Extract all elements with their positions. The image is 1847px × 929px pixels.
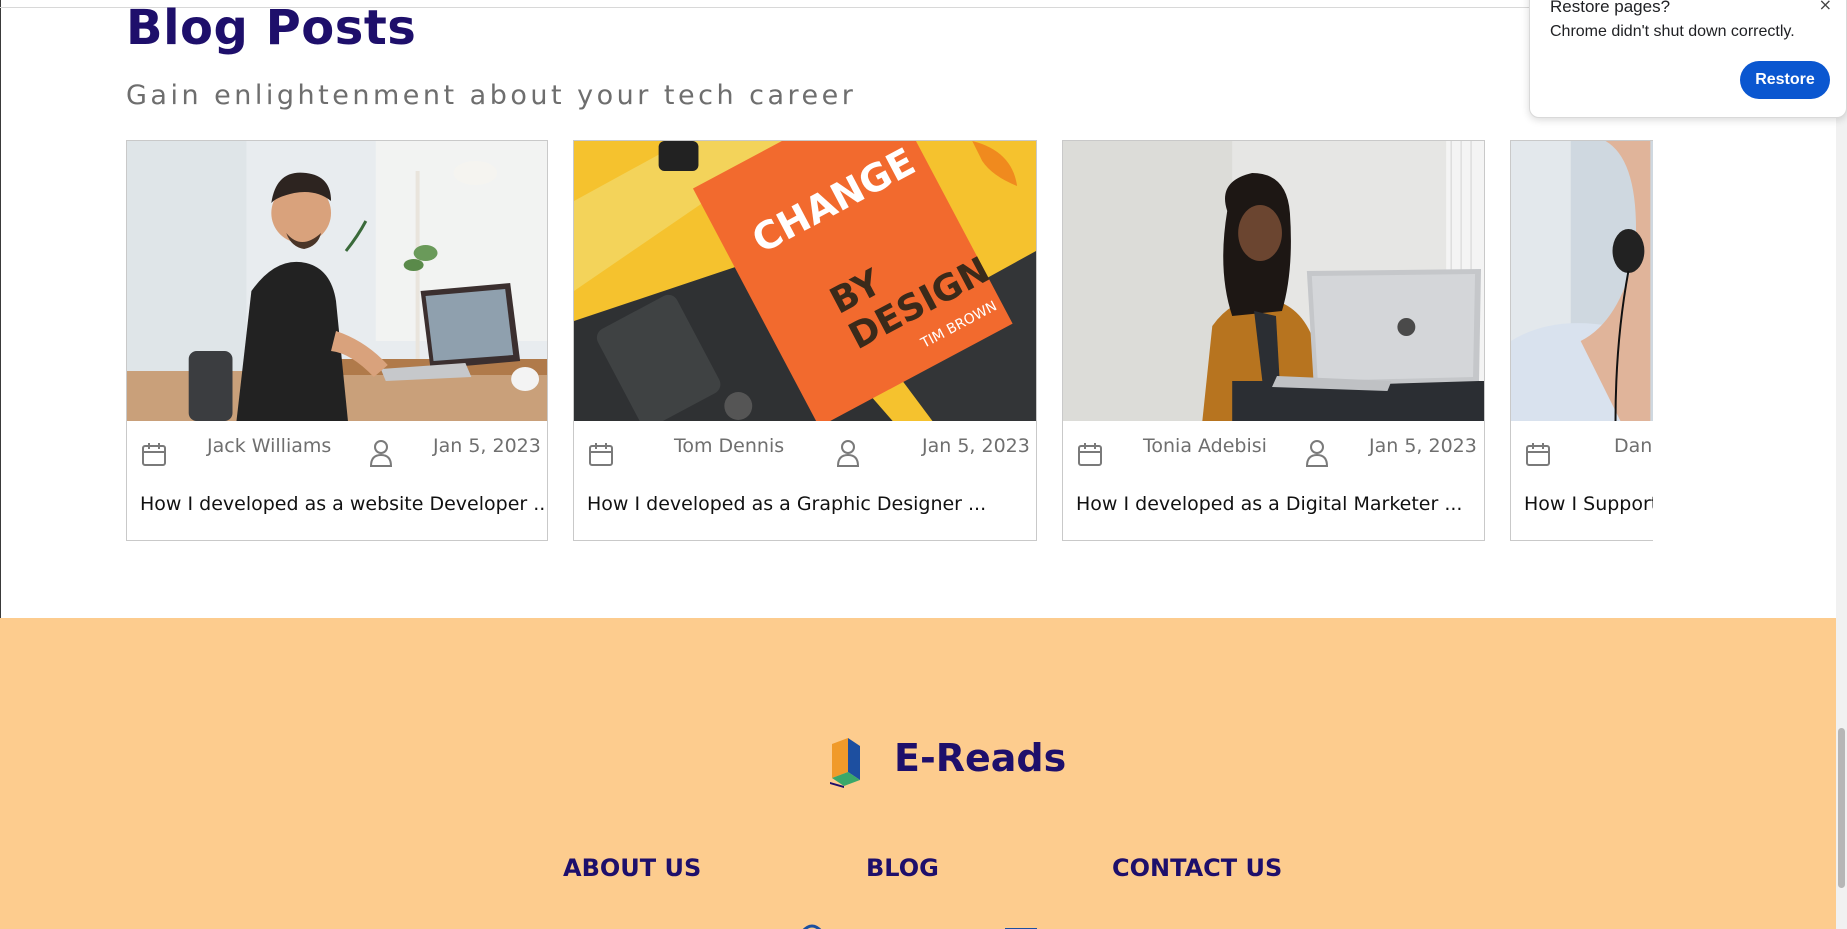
blog-card-title-link[interactable]: How I developed as a Digital Marketer ..… — [1076, 493, 1462, 515]
social-icon[interactable] — [1005, 922, 1037, 929]
ereads-logo-icon[interactable] — [828, 738, 862, 788]
footer-nav-about-us[interactable]: ABOUT US — [563, 854, 701, 882]
close-icon[interactable]: × — [1819, 0, 1832, 14]
blog-card-title-link[interactable]: How I developed as a website Developer .… — [140, 493, 547, 515]
dialog-message: Chrome didn't shut down correctly. — [1550, 23, 1795, 40]
person-icon — [836, 440, 860, 467]
blog-card-date: Jan 5, 2023 — [433, 435, 541, 457]
blog-card-author: Dani — [1614, 435, 1653, 457]
restore-pages-dialog: Restore pages? × Chrome didn't shut down… — [1529, 0, 1847, 118]
blog-card-image: CHANGE BY DESIGN TIM BROWN — [574, 141, 1036, 421]
blog-card-title-link[interactable]: How I Support — [1524, 493, 1653, 515]
blog-card[interactable]: CHANGE BY DESIGN TIM BROWN Tom Dennis Ja… — [573, 140, 1037, 541]
blog-card-date: Jan 5, 2023 — [1369, 435, 1477, 457]
blog-card-meta: Tonia Adebisi Jan 5, 2023 — [1063, 431, 1484, 471]
blog-card-meta: Jack Williams Jan 5, 2023 — [127, 431, 547, 471]
blog-card[interactable]: Jack Williams Jan 5, 2023 How I develope… — [126, 140, 548, 541]
social-icon[interactable] — [800, 922, 824, 929]
blog-section-subtitle: Gain enlightenment about your tech caree… — [126, 80, 857, 111]
restore-button[interactable]: Restore — [1740, 61, 1830, 99]
blog-card-author: Jack Williams — [207, 435, 332, 457]
blog-section-title: Blog Posts — [126, 0, 417, 56]
page-scrollbar[interactable] — [1836, 0, 1847, 929]
blog-card-author: Tom Dennis — [674, 435, 785, 457]
blog-card-author: Tonia Adebisi — [1143, 435, 1267, 457]
blog-carousel: Jack Williams Jan 5, 2023 How I develope… — [126, 140, 1653, 542]
blog-card-meta: Dani — [1511, 431, 1653, 471]
blog-card[interactable]: Tonia Adebisi Jan 5, 2023 How I develope… — [1062, 140, 1485, 541]
footer-brand-name[interactable]: E-Reads — [894, 736, 1066, 780]
footer-nav-blog[interactable]: BLOG — [866, 854, 939, 882]
dialog-title: Restore pages? — [1550, 0, 1671, 16]
blog-card-image — [1511, 141, 1653, 421]
blog-card-date: Jan 5, 2023 — [922, 435, 1030, 457]
calendar-icon — [142, 443, 166, 466]
blog-card[interactable]: Dani How I Support — [1510, 140, 1653, 541]
blog-card-meta: Tom Dennis Jan 5, 2023 — [574, 431, 1036, 471]
calendar-icon — [589, 443, 613, 466]
person-icon — [1305, 440, 1329, 467]
footer-nav-contact-us[interactable]: CONTACT US — [1112, 854, 1282, 882]
calendar-icon — [1078, 443, 1102, 466]
person-icon — [369, 440, 393, 467]
blog-card-image — [1063, 141, 1484, 421]
social-icon[interactable] — [915, 922, 939, 929]
window-left-edge — [0, 0, 1, 620]
site-footer: E-Reads ABOUT US BLOG CONTACT US — [0, 618, 1836, 929]
blog-card-image — [127, 141, 547, 421]
scrollbar-thumb[interactable] — [1838, 728, 1845, 888]
blog-card-title-link[interactable]: How I developed as a Graphic Designer ..… — [587, 493, 986, 515]
calendar-icon — [1526, 443, 1550, 466]
